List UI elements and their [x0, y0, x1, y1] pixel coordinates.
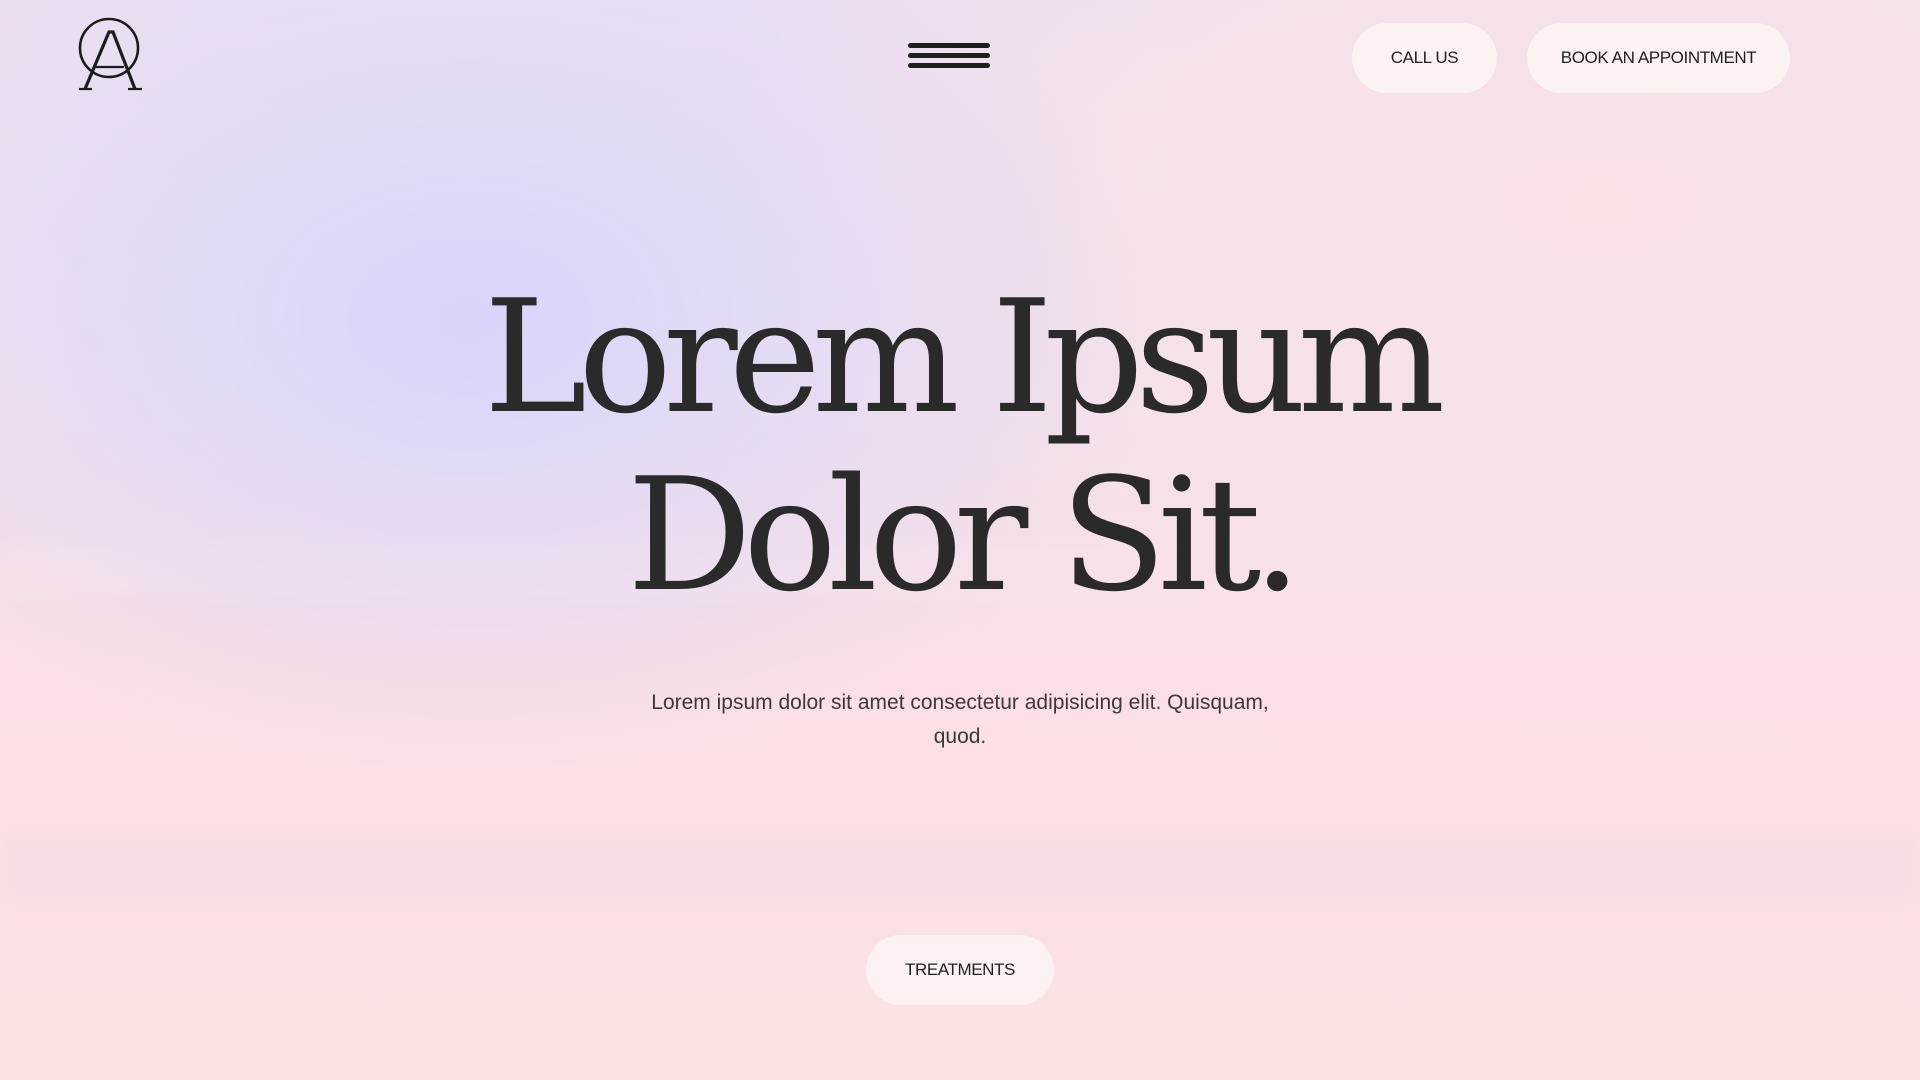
- menu-bar: [908, 43, 990, 48]
- call-us-button[interactable]: CALL US: [1352, 23, 1497, 93]
- monogram-a-circle-logo-icon: [78, 17, 142, 91]
- menu-bar: [908, 53, 990, 58]
- background-haze: [0, 830, 1920, 910]
- menu-bar: [908, 63, 990, 68]
- book-appointment-button[interactable]: BOOK AN APPOINTMENT: [1527, 23, 1790, 93]
- hero-subtitle: Lorem ipsum dolor sit amet consectetur a…: [651, 691, 1269, 748]
- treatments-button[interactable]: TREATMENTS: [866, 935, 1054, 1005]
- brand-logo[interactable]: [78, 16, 144, 92]
- hamburger-menu-icon[interactable]: [908, 43, 990, 71]
- hero-title: Lorem Ipsum Dolor Sit.: [0, 268, 1920, 624]
- hero-title-line: Dolor Sit.: [626, 444, 1302, 626]
- hero-title-line: Lorem Ipsum: [483, 266, 1446, 448]
